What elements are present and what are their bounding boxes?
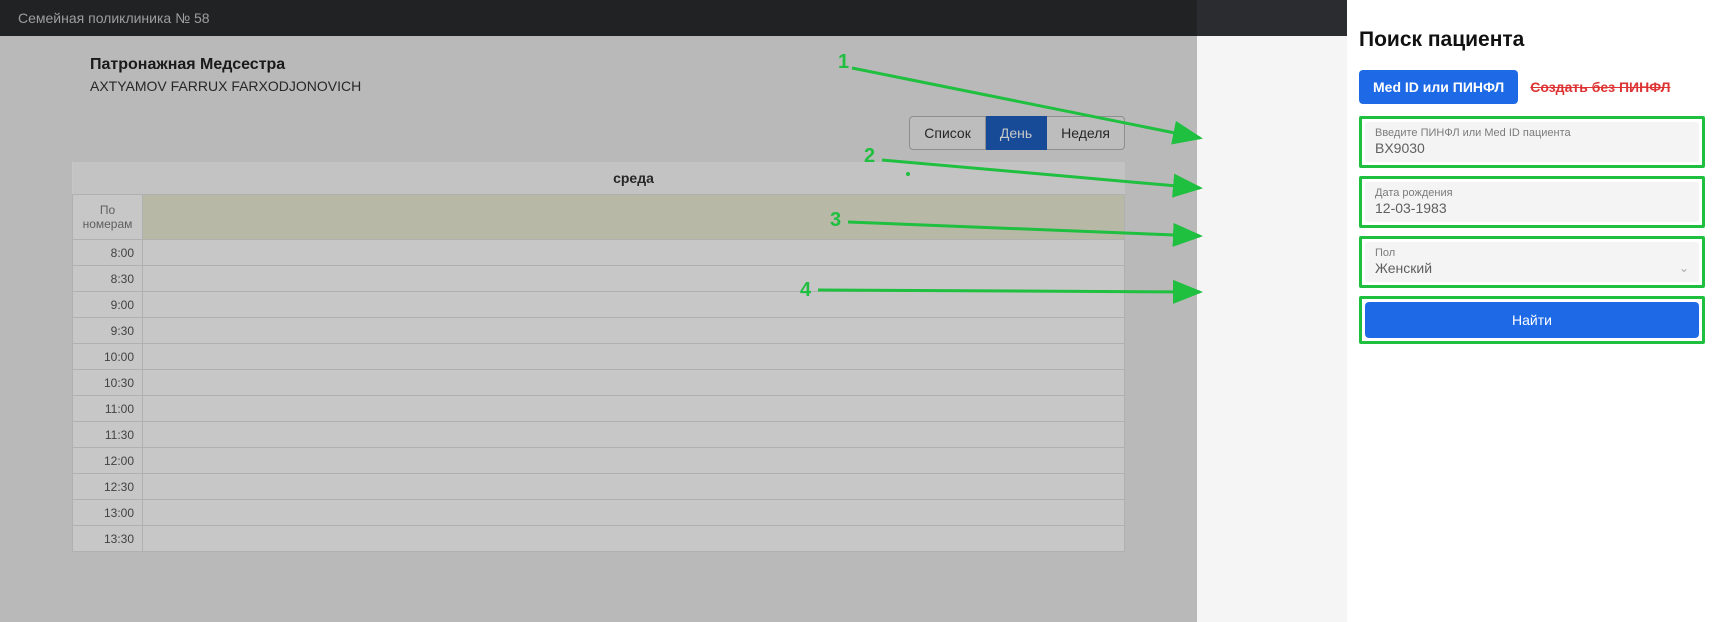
calendar-cell[interactable] <box>143 500 1125 526</box>
gender-select[interactable]: Пол Женский ⌄ <box>1365 242 1699 282</box>
calendar-cell[interactable] <box>143 526 1125 552</box>
calendar-table: среда По номерам 8:00 8:30 9:00 9:30 10:… <box>72 162 1125 552</box>
time-slot: 12:00 <box>73 448 143 474</box>
calendar-cell[interactable] <box>143 474 1125 500</box>
find-button-highlight: Найти <box>1359 296 1705 344</box>
doctor-role: Патронажная Медсестра <box>90 56 1125 74</box>
time-slot: 13:00 <box>73 500 143 526</box>
calendar-cell[interactable] <box>143 266 1125 292</box>
field-gender-box: Пол Женский ⌄ <box>1359 236 1705 288</box>
gender-value: Женский ⌄ <box>1375 260 1689 276</box>
calendar-cell[interactable] <box>143 240 1125 266</box>
time-slot: 8:30 <box>73 266 143 292</box>
field-pinfl-box: Введите ПИНФЛ или Med ID пациента BX9030 <box>1359 116 1705 168</box>
main-area: Патронажная Медсестра AXTYAMOV FARRUX FA… <box>0 36 1197 622</box>
time-slot: 10:00 <box>73 344 143 370</box>
panel-title: Поиск пациента <box>1359 28 1705 52</box>
patient-search-panel: Поиск пациента Med ID или ПИНФЛ Создать … <box>1347 0 1717 622</box>
doctor-block: Патронажная Медсестра AXTYAMOV FARRUX FA… <box>72 56 1125 94</box>
time-slot: 13:30 <box>73 526 143 552</box>
dob-value: 12-03-1983 <box>1375 200 1689 216</box>
calendar-cell-now[interactable] <box>143 422 1125 448</box>
pinfl-input[interactable]: Введите ПИНФЛ или Med ID пациента BX9030 <box>1365 122 1699 162</box>
view-tabs: Список День Неделя <box>72 116 1125 150</box>
time-slot: 9:30 <box>73 318 143 344</box>
time-slot: 8:00 <box>73 240 143 266</box>
calendar-day-heading: среда <box>143 162 1125 195</box>
calendar-cell[interactable] <box>143 396 1125 422</box>
calendar-cell[interactable] <box>143 318 1125 344</box>
dob-label: Дата рождения <box>1375 187 1689 199</box>
pinfl-value: BX9030 <box>1375 140 1689 156</box>
find-button[interactable]: Найти <box>1365 302 1699 338</box>
chevron-down-icon: ⌄ <box>1679 261 1689 275</box>
doctor-name: AXTYAMOV FARRUX FARXODJONOVICH <box>90 78 1125 94</box>
tab-medid-pinfl[interactable]: Med ID или ПИНФЛ <box>1359 70 1518 104</box>
dob-input[interactable]: Дата рождения 12-03-1983 <box>1365 182 1699 222</box>
calendar-cell[interactable] <box>143 370 1125 396</box>
calendar-corner <box>73 162 143 195</box>
calendar-row-body[interactable] <box>143 195 1125 240</box>
tab-week[interactable]: Неделя <box>1047 116 1125 150</box>
time-slot: 12:30 <box>73 474 143 500</box>
time-slot: 10:30 <box>73 370 143 396</box>
tab-list[interactable]: Список <box>909 116 986 150</box>
tab-day[interactable]: День <box>986 116 1047 150</box>
calendar-cell[interactable] <box>143 292 1125 318</box>
calendar-row-label: По номерам <box>73 195 143 240</box>
field-dob-box: Дата рождения 12-03-1983 <box>1359 176 1705 228</box>
calendar-cell[interactable] <box>143 344 1125 370</box>
panel-tabs: Med ID или ПИНФЛ Создать без ПИНФЛ <box>1359 70 1705 104</box>
time-slot: 11:30 <box>73 422 143 448</box>
gender-label: Пол <box>1375 247 1689 259</box>
tab-create-no-pinfl: Создать без ПИНФЛ <box>1530 79 1670 95</box>
time-slot: 11:00 <box>73 396 143 422</box>
pinfl-label: Введите ПИНФЛ или Med ID пациента <box>1375 127 1689 139</box>
calendar-cell[interactable] <box>143 448 1125 474</box>
time-slot: 9:00 <box>73 292 143 318</box>
clinic-title: Семейная поликлиника № 58 <box>18 10 210 26</box>
